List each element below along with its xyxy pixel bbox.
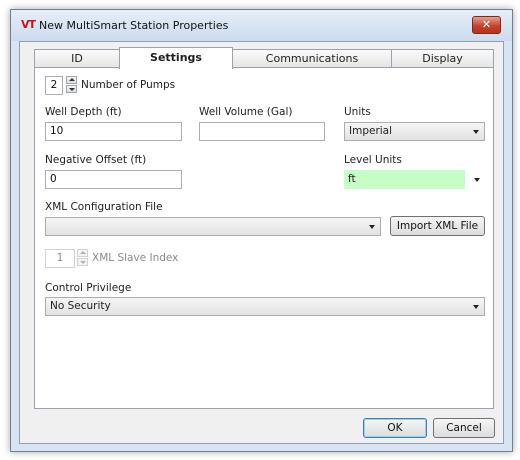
well-volume-label: Well Volume (Gal) [199, 106, 293, 118]
xml-slave-index-input[interactable]: 1 [45, 249, 75, 268]
properties-dialog: VT New MultiSmart Station Properties ✕ I… [10, 9, 513, 452]
chevron-down-icon [473, 130, 479, 134]
level-units-dropdown[interactable]: ft [344, 170, 485, 189]
tab-settings[interactable]: Settings [119, 47, 233, 69]
control-privilege-dropdown[interactable]: No Security [45, 297, 485, 316]
chevron-down-icon [473, 305, 479, 309]
level-units-label: Level Units [344, 154, 402, 166]
number-of-pumps-label: Number of Pumps [81, 79, 176, 91]
negative-offset-input[interactable]: 0 [45, 170, 182, 189]
tab-strip: ID Settings Communications Display [34, 47, 494, 69]
dialog-client-area: ID Settings Communications Display 2 Num… [19, 41, 504, 444]
cancel-button[interactable]: Cancel [433, 418, 495, 438]
window-title: New MultiSmart Station Properties [39, 19, 229, 32]
slave-index-decrement-button[interactable] [77, 258, 88, 266]
units-dropdown[interactable]: Imperial [344, 122, 485, 141]
xml-config-dropdown[interactable] [45, 217, 381, 236]
title-bar[interactable]: VT New MultiSmart Station Properties ✕ [11, 10, 512, 41]
pumps-increment-button[interactable] [66, 76, 77, 84]
chevron-down-icon [369, 225, 375, 229]
app-logo: VT [21, 18, 36, 31]
pumps-decrement-button[interactable] [66, 85, 77, 93]
chevron-down-icon [474, 178, 480, 182]
control-privilege-selected-value: No Security [50, 300, 111, 312]
close-icon: ✕ [481, 18, 492, 31]
well-depth-label: Well Depth (ft) [45, 106, 122, 118]
units-label: Units [344, 106, 371, 118]
xml-config-label: XML Configuration File [45, 201, 163, 213]
number-of-pumps-input[interactable]: 2 [45, 76, 63, 95]
ok-button[interactable]: OK [363, 418, 427, 438]
tab-communications[interactable]: Communications [232, 49, 392, 67]
negative-offset-label: Negative Offset (ft) [45, 154, 147, 166]
control-privilege-label: Control Privilege [45, 282, 132, 294]
xml-slave-index-label: XML Slave Index [92, 252, 179, 264]
well-depth-input[interactable]: 10 [45, 122, 182, 141]
tab-id[interactable]: ID [34, 49, 120, 67]
well-volume-input[interactable] [199, 122, 325, 141]
level-units-selected-value: ft [344, 170, 465, 189]
units-selected-value: Imperial [349, 125, 393, 137]
import-xml-file-button[interactable]: Import XML File [390, 216, 485, 236]
slave-index-increment-button[interactable] [77, 249, 88, 257]
tab-display[interactable]: Display [391, 49, 494, 67]
settings-panel: 2 Number of Pumps Well Depth (ft) 10 Wel… [34, 67, 494, 409]
close-button[interactable]: ✕ [472, 16, 501, 34]
